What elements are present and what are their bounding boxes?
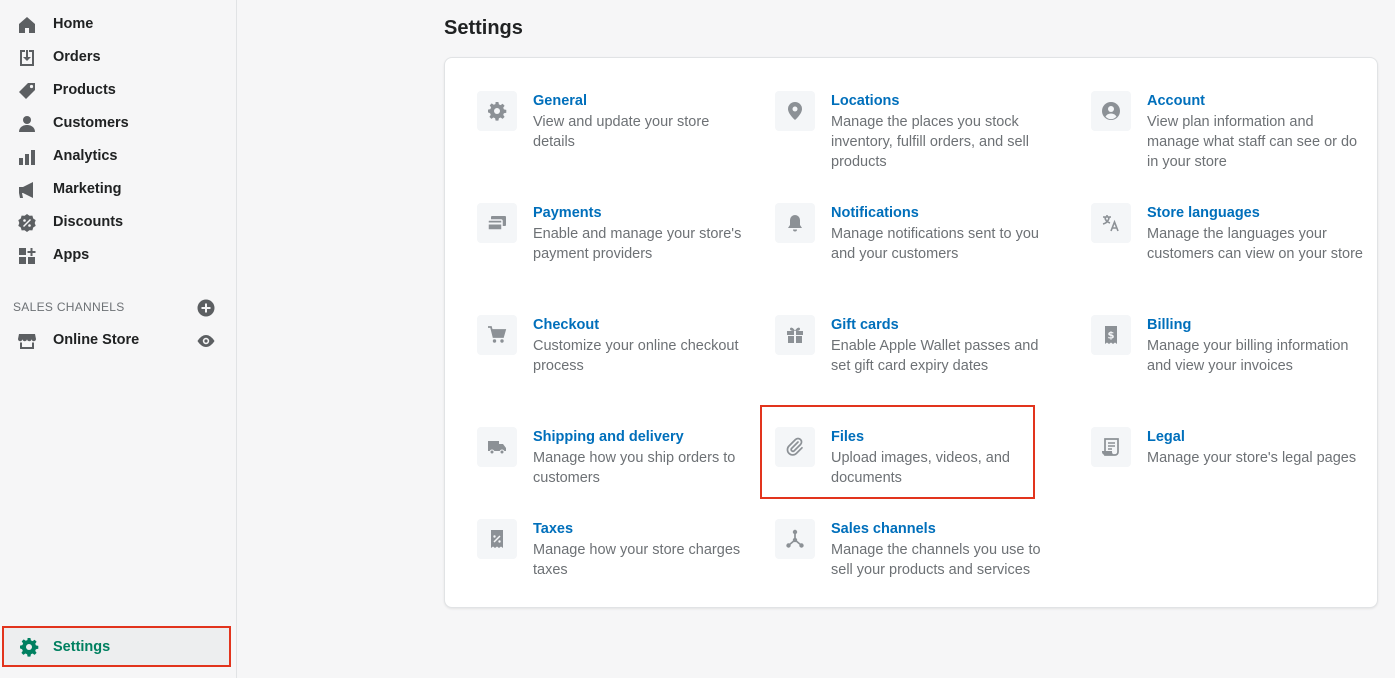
settings-card: General View and update your store detai…: [444, 57, 1378, 608]
add-sales-channel-button[interactable]: [197, 299, 215, 317]
tile-description: Manage your store's legal pages: [1147, 450, 1357, 466]
discount-icon: [17, 213, 37, 233]
settings-tile-shipping-and-delivery[interactable]: Shipping and delivery Manage how you shi…: [477, 427, 747, 517]
eye-icon: [197, 335, 215, 347]
sidebar-item-label: Marketing: [53, 181, 122, 197]
tile-title: Files: [831, 429, 865, 445]
tile-title: Checkout: [533, 317, 600, 333]
tile-title: Payments: [533, 205, 602, 221]
tile-title: Legal: [1147, 429, 1185, 445]
settings-tile-locations[interactable]: Locations Manage the places you stock in…: [775, 91, 1045, 181]
dollar-receipt-icon: $: [1091, 315, 1131, 355]
sidebar-item-label: Customers: [53, 115, 129, 131]
sidebar-item-settings[interactable]: Settings: [2, 626, 231, 667]
tile-description: View plan information and manage what st…: [1147, 114, 1358, 170]
plus-circle-icon: [197, 299, 215, 317]
sidebar-item-label: Home: [53, 16, 94, 32]
bell-icon: [775, 203, 815, 243]
settings-tile-gift-cards[interactable]: Gift cards Enable Apple Wallet passes an…: [775, 315, 1045, 405]
sidebar-item-customers[interactable]: Customers: [0, 107, 236, 140]
tile-description: Enable and manage your store's payment p…: [533, 226, 742, 262]
settings-tile-taxes[interactable]: Taxes Manage how your store charges taxe…: [477, 519, 747, 609]
paperclip-icon: [775, 427, 815, 467]
cart-icon: [477, 315, 517, 355]
truck-icon: [477, 427, 517, 467]
svg-text:$: $: [1108, 331, 1115, 342]
sidebar-item-apps[interactable]: Apps: [0, 239, 236, 272]
settings-tile-files[interactable]: Files Upload images, videos, and documen…: [775, 427, 1045, 517]
sidebar-item-label: Apps: [53, 247, 90, 263]
payment-card-icon: [477, 203, 517, 243]
sidebar-item-discounts[interactable]: Discounts: [0, 206, 236, 239]
person-icon: [17, 114, 37, 134]
tag-icon: [17, 81, 37, 101]
tile-description: Enable Apple Wallet passes and set gift …: [831, 338, 1039, 374]
sales-channels-heading: SALES CHANNELS: [13, 300, 125, 314]
megaphone-icon: [17, 180, 37, 200]
tile-title: Locations: [831, 93, 900, 109]
page-title: Settings: [444, 17, 523, 39]
tile-title: Gift cards: [831, 317, 899, 333]
tile-description: Manage the languages your customers can …: [1147, 226, 1363, 262]
sidebar-item-analytics[interactable]: Analytics: [0, 140, 236, 173]
account-circle-icon: [1091, 91, 1131, 131]
settings-tile-store-languages[interactable]: Store languages Manage the languages you…: [1091, 203, 1363, 293]
home-icon: [17, 15, 37, 35]
tile-title: Billing: [1147, 317, 1192, 333]
sidebar-item-label: Analytics: [53, 148, 118, 164]
sidebar-item-marketing[interactable]: Marketing: [0, 173, 236, 206]
tile-title: Sales channels: [831, 521, 936, 537]
tile-description: Manage notifications sent to you and you…: [831, 226, 1039, 262]
gift-icon: [775, 315, 815, 355]
settings-tile-payments[interactable]: Payments Enable and manage your store's …: [477, 203, 747, 293]
settings-tile-account[interactable]: Account View plan information and manage…: [1091, 91, 1361, 181]
bar-chart-icon: [17, 147, 37, 167]
tile-description: Manage the channels you use to sell your…: [831, 542, 1041, 578]
tile-description: Manage how your store charges taxes: [533, 542, 741, 578]
sidebar-item-orders[interactable]: Orders: [0, 41, 236, 74]
apps-icon: [17, 246, 37, 266]
settings-tile-billing[interactable]: $ Billing Manage your billing informatio…: [1091, 315, 1361, 405]
tile-title: Shipping and delivery: [533, 429, 684, 445]
sidebar: Home Orders Products Customers Analytics…: [0, 0, 237, 678]
gear-icon: [477, 91, 517, 131]
orders-icon: [17, 48, 37, 68]
tile-description: Manage the places you stock inventory, f…: [831, 114, 1029, 170]
tile-description: View and update your store details: [533, 114, 710, 150]
tile-title: Store languages: [1147, 205, 1260, 221]
settings-tile-legal[interactable]: Legal Manage your store's legal pages: [1091, 427, 1361, 517]
sidebar-item-label: Settings: [53, 639, 111, 655]
sidebar-item-label: Online Store: [53, 332, 140, 348]
sidebar-item-label: Orders: [53, 49, 101, 65]
sidebar-item-home[interactable]: Home: [0, 8, 236, 41]
store-icon: [17, 331, 37, 351]
view-online-store-button[interactable]: [196, 331, 216, 351]
tile-title: General: [533, 93, 587, 109]
legal-document-icon: [1091, 427, 1131, 467]
tile-description: Customize your online checkout process: [533, 338, 739, 374]
channels-icon: [775, 519, 815, 559]
tile-title: Taxes: [533, 521, 574, 537]
settings-tile-notifications[interactable]: Notifications Manage notifications sent …: [775, 203, 1045, 293]
settings-tile-checkout[interactable]: Checkout Customize your online checkout …: [477, 315, 747, 405]
sidebar-item-label: Discounts: [53, 214, 124, 230]
sidebar-item-products[interactable]: Products: [0, 74, 236, 107]
gear-icon: [19, 637, 39, 657]
tile-description: Manage how you ship orders to customers: [533, 450, 736, 486]
tile-description: Manage your billing information and view…: [1147, 338, 1349, 374]
tile-description: Upload images, videos, and documents: [831, 450, 1010, 486]
tile-title: Account: [1147, 93, 1205, 109]
settings-tile-sales-channels[interactable]: Sales channels Manage the channels you u…: [775, 519, 1045, 609]
tax-receipt-icon: [477, 519, 517, 559]
settings-tile-general[interactable]: General View and update your store detai…: [477, 91, 747, 181]
sidebar-item-label: Products: [53, 82, 116, 98]
tile-title: Notifications: [831, 205, 919, 221]
location-pin-icon: [775, 91, 815, 131]
translate-icon: [1091, 203, 1131, 243]
